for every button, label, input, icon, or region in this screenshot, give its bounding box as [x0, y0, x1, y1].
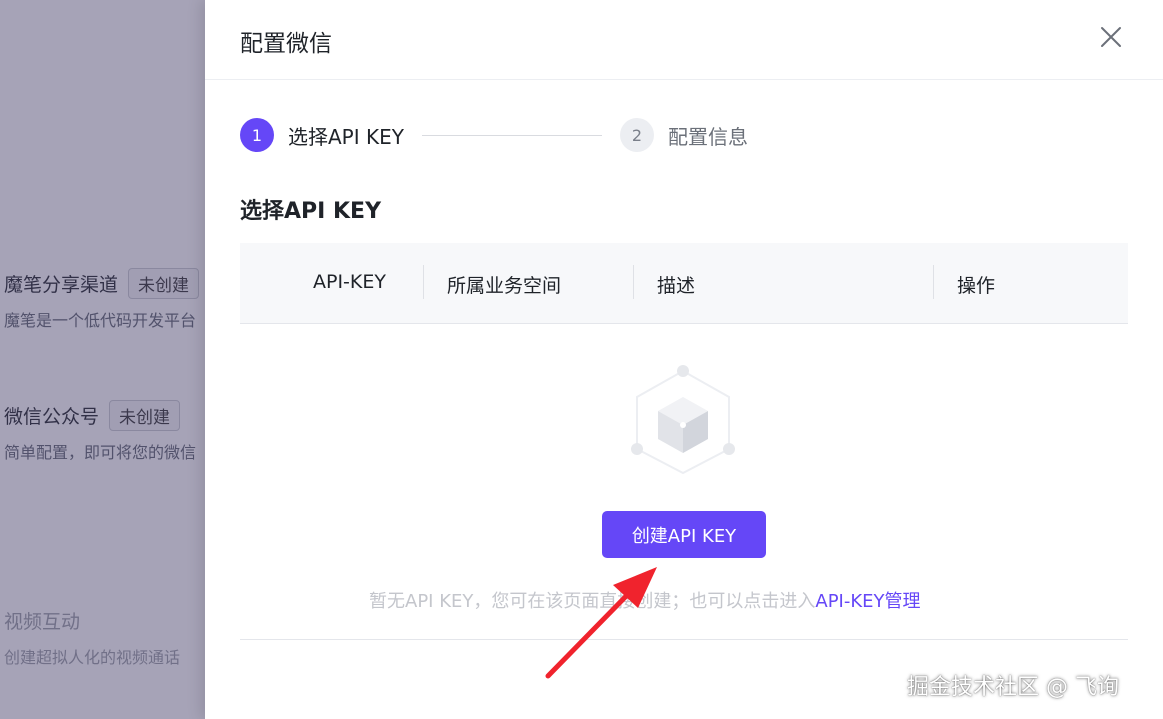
- column-divider: [423, 265, 424, 299]
- step-1-number: 1: [240, 118, 274, 152]
- api-key-management-link[interactable]: API-KEY管理: [815, 591, 920, 612]
- column-divider: [933, 265, 934, 299]
- step-connector: [421, 134, 602, 136]
- table-bottom-border: [240, 639, 1128, 640]
- empty-message-text: 暂无API KEY，您可在该页面直接创建；也可以点击进入: [369, 591, 816, 612]
- step-2-label: 配置信息: [667, 124, 748, 149]
- drawer-header: 配置微信: [205, 0, 1163, 80]
- create-api-key-button[interactable]: 创建API KEY: [602, 511, 766, 558]
- column-header-description: 描述: [657, 275, 696, 297]
- section-title: 选择API KEY: [240, 199, 382, 224]
- empty-box-icon: [631, 365, 735, 475]
- close-button[interactable]: [1099, 25, 1123, 49]
- column-divider: [633, 265, 634, 299]
- watermark: 掘金技术社区 @ 飞询: [907, 675, 1119, 700]
- stepper: 1 选择API KEY 2 配置信息: [240, 117, 748, 153]
- drawer-title: 配置微信: [240, 31, 332, 57]
- column-header-api-key: API-KEY: [313, 271, 386, 293]
- step-1-label: 选择API KEY: [288, 124, 404, 149]
- column-header-workspace: 所属业务空间: [447, 275, 562, 297]
- step-2-number: 2: [619, 118, 654, 152]
- table-header: API-KEY 所属业务空间 描述 操作: [240, 243, 1128, 324]
- api-key-table: API-KEY 所属业务空间 描述 操作: [240, 243, 1128, 324]
- close-icon: [1101, 27, 1121, 47]
- empty-message: 暂无API KEY，您可在该页面直接创建；也可以点击进入API-KEY管理: [369, 587, 921, 613]
- column-header-actions: 操作: [957, 275, 996, 297]
